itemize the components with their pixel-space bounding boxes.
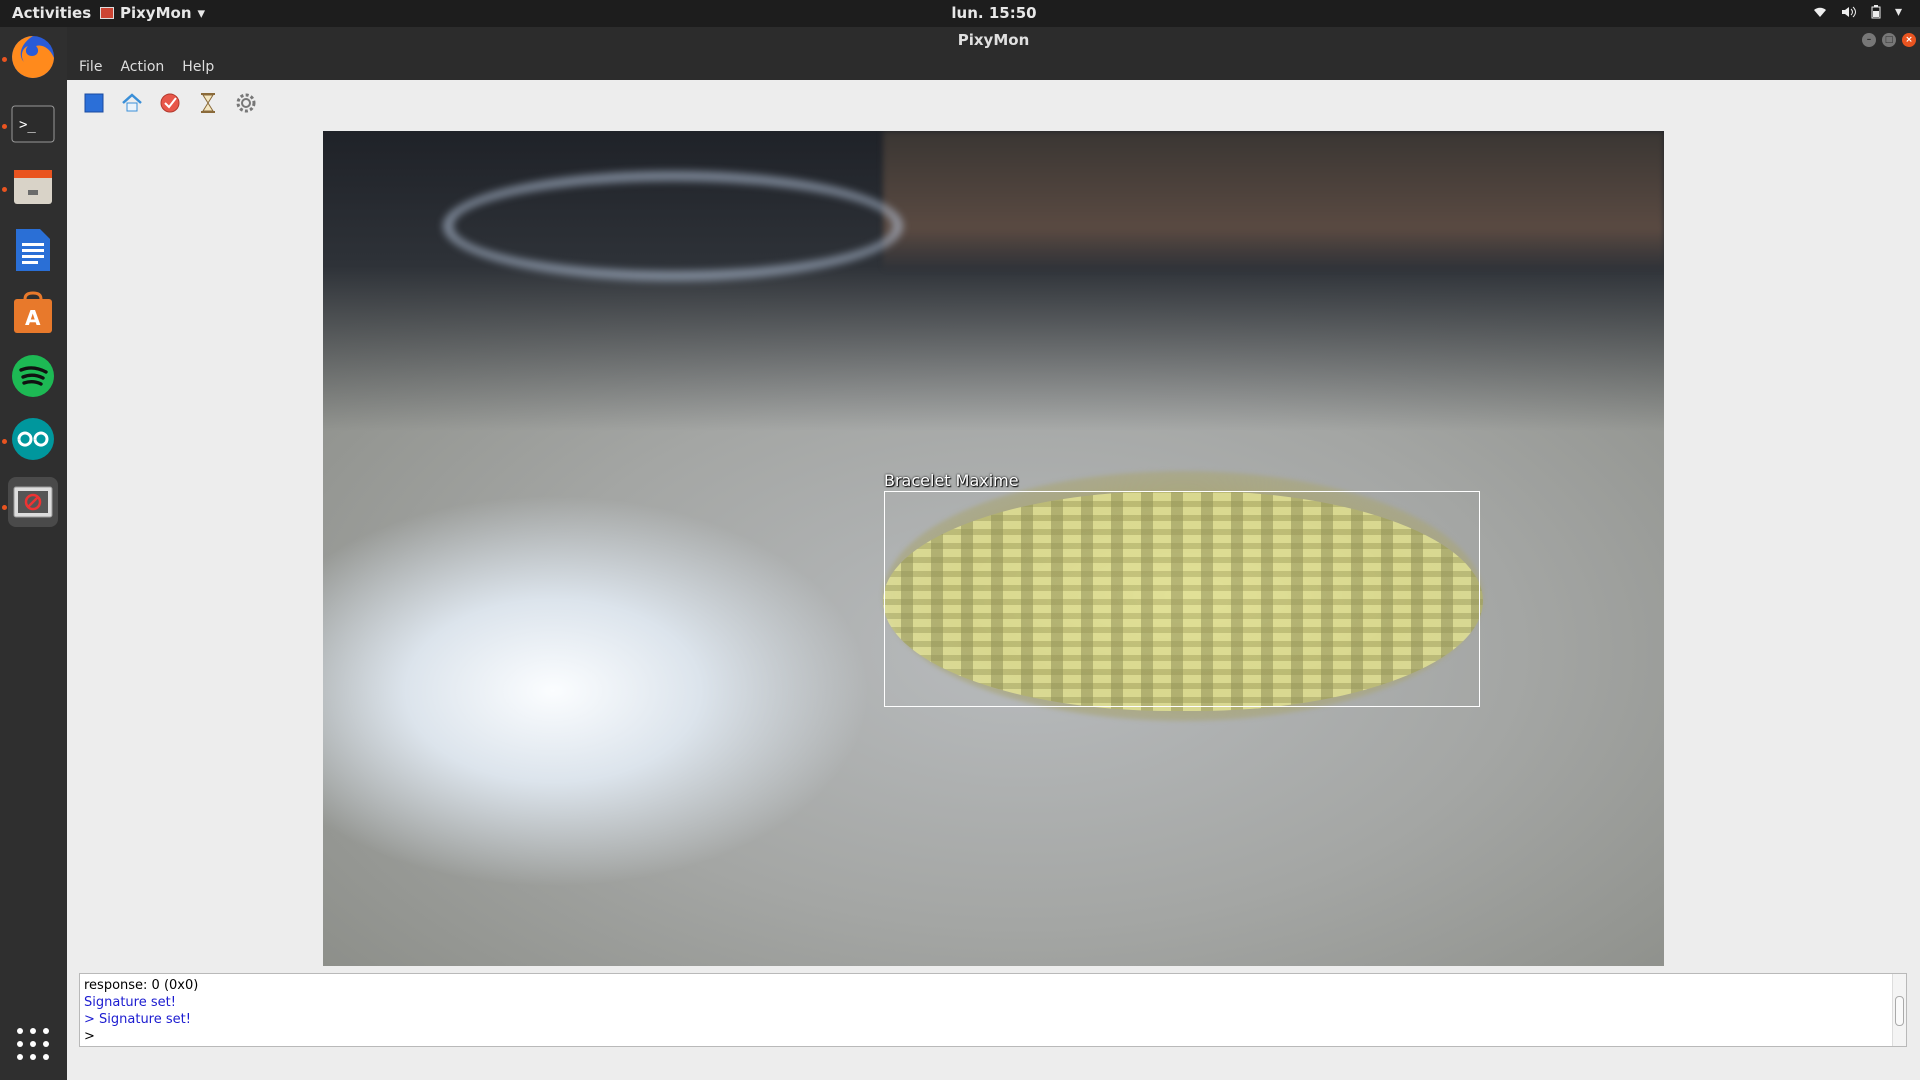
running-indicator (2, 57, 7, 62)
pixymon-icon (13, 486, 53, 518)
menu-bar: File Action Help (67, 54, 1920, 80)
dock-writer[interactable] (8, 225, 58, 275)
hourglass-icon (201, 93, 215, 113)
svg-text:>_: >_ (19, 117, 36, 133)
console-scrollbar[interactable] (1892, 974, 1906, 1046)
terminal-icon: >_ (11, 105, 55, 143)
window-titlebar[interactable]: PixyMon – □ × (67, 27, 1920, 54)
set-signature-button[interactable] (157, 90, 183, 116)
minimize-button[interactable]: – (1862, 33, 1876, 47)
firefox-icon (12, 36, 54, 78)
clock[interactable]: lun. 15:50 (0, 4, 1920, 22)
spotify-icon (12, 355, 54, 397)
stop-button[interactable] (81, 90, 107, 116)
dock-firefox[interactable] (8, 32, 58, 82)
signature-icon (160, 93, 180, 113)
console-output[interactable]: response: 0 (0x0) Signature set! > Signa… (79, 973, 1907, 1047)
close-button[interactable]: × (1902, 33, 1916, 47)
wifi-icon (1813, 7, 1826, 17)
gear-icon (236, 93, 256, 113)
menu-file[interactable]: File (79, 59, 102, 75)
status-bar (67, 1053, 1920, 1080)
camera-background (443, 171, 903, 281)
detection-bounding-box (884, 491, 1480, 707)
software-center-icon: A (14, 291, 52, 333)
volume-icon (1841, 6, 1856, 18)
settings-button[interactable] (233, 90, 259, 116)
camera-background (883, 131, 1664, 271)
dock-software[interactable]: A (8, 288, 58, 338)
system-tray[interactable]: ▾ (1813, 4, 1902, 20)
console-prompt[interactable]: > (84, 1028, 1902, 1045)
show-applications-icon[interactable] (17, 1028, 49, 1060)
window-title: PixyMon (957, 31, 1030, 49)
running-indicator (2, 124, 7, 129)
document-icon (16, 229, 50, 271)
stop-icon (84, 93, 104, 113)
dock-spotify[interactable] (8, 351, 58, 401)
running-indicator (2, 505, 7, 510)
dock-pixymon[interactable] (8, 477, 58, 527)
home-button[interactable] (119, 90, 145, 116)
menu-help[interactable]: Help (182, 59, 214, 75)
toolbar (67, 80, 1920, 126)
top-bar: Activities PixyMon ▾ lun. 15:50 ▾ (0, 0, 1920, 27)
dock: >_ A (0, 27, 67, 1080)
running-indicator (2, 187, 7, 192)
dock-files[interactable] (8, 162, 58, 212)
console-line: response: 0 (0x0) (84, 978, 199, 993)
dock-arduino[interactable] (8, 414, 58, 464)
chevron-down-icon: ▾ (1894, 4, 1902, 20)
maximize-button[interactable]: □ (1882, 33, 1896, 47)
home-icon (122, 93, 142, 112)
camera-view[interactable]: Bracelet Maxime (323, 131, 1664, 966)
wait-button[interactable] (195, 90, 221, 116)
pixymon-window: PixyMon – □ × File Action Help Bracelet … (67, 27, 1920, 1080)
detection-label: Bracelet Maxime (884, 471, 1019, 490)
dock-terminal[interactable]: >_ (8, 99, 58, 149)
files-icon (14, 170, 52, 204)
svg-text:A: A (25, 306, 41, 330)
running-indicator (2, 439, 7, 444)
arduino-icon (12, 418, 54, 460)
menu-action[interactable]: Action (120, 59, 164, 75)
battery-icon (1871, 5, 1881, 19)
console-line: > Signature set! (84, 1012, 191, 1027)
console-line: Signature set! (84, 995, 176, 1010)
